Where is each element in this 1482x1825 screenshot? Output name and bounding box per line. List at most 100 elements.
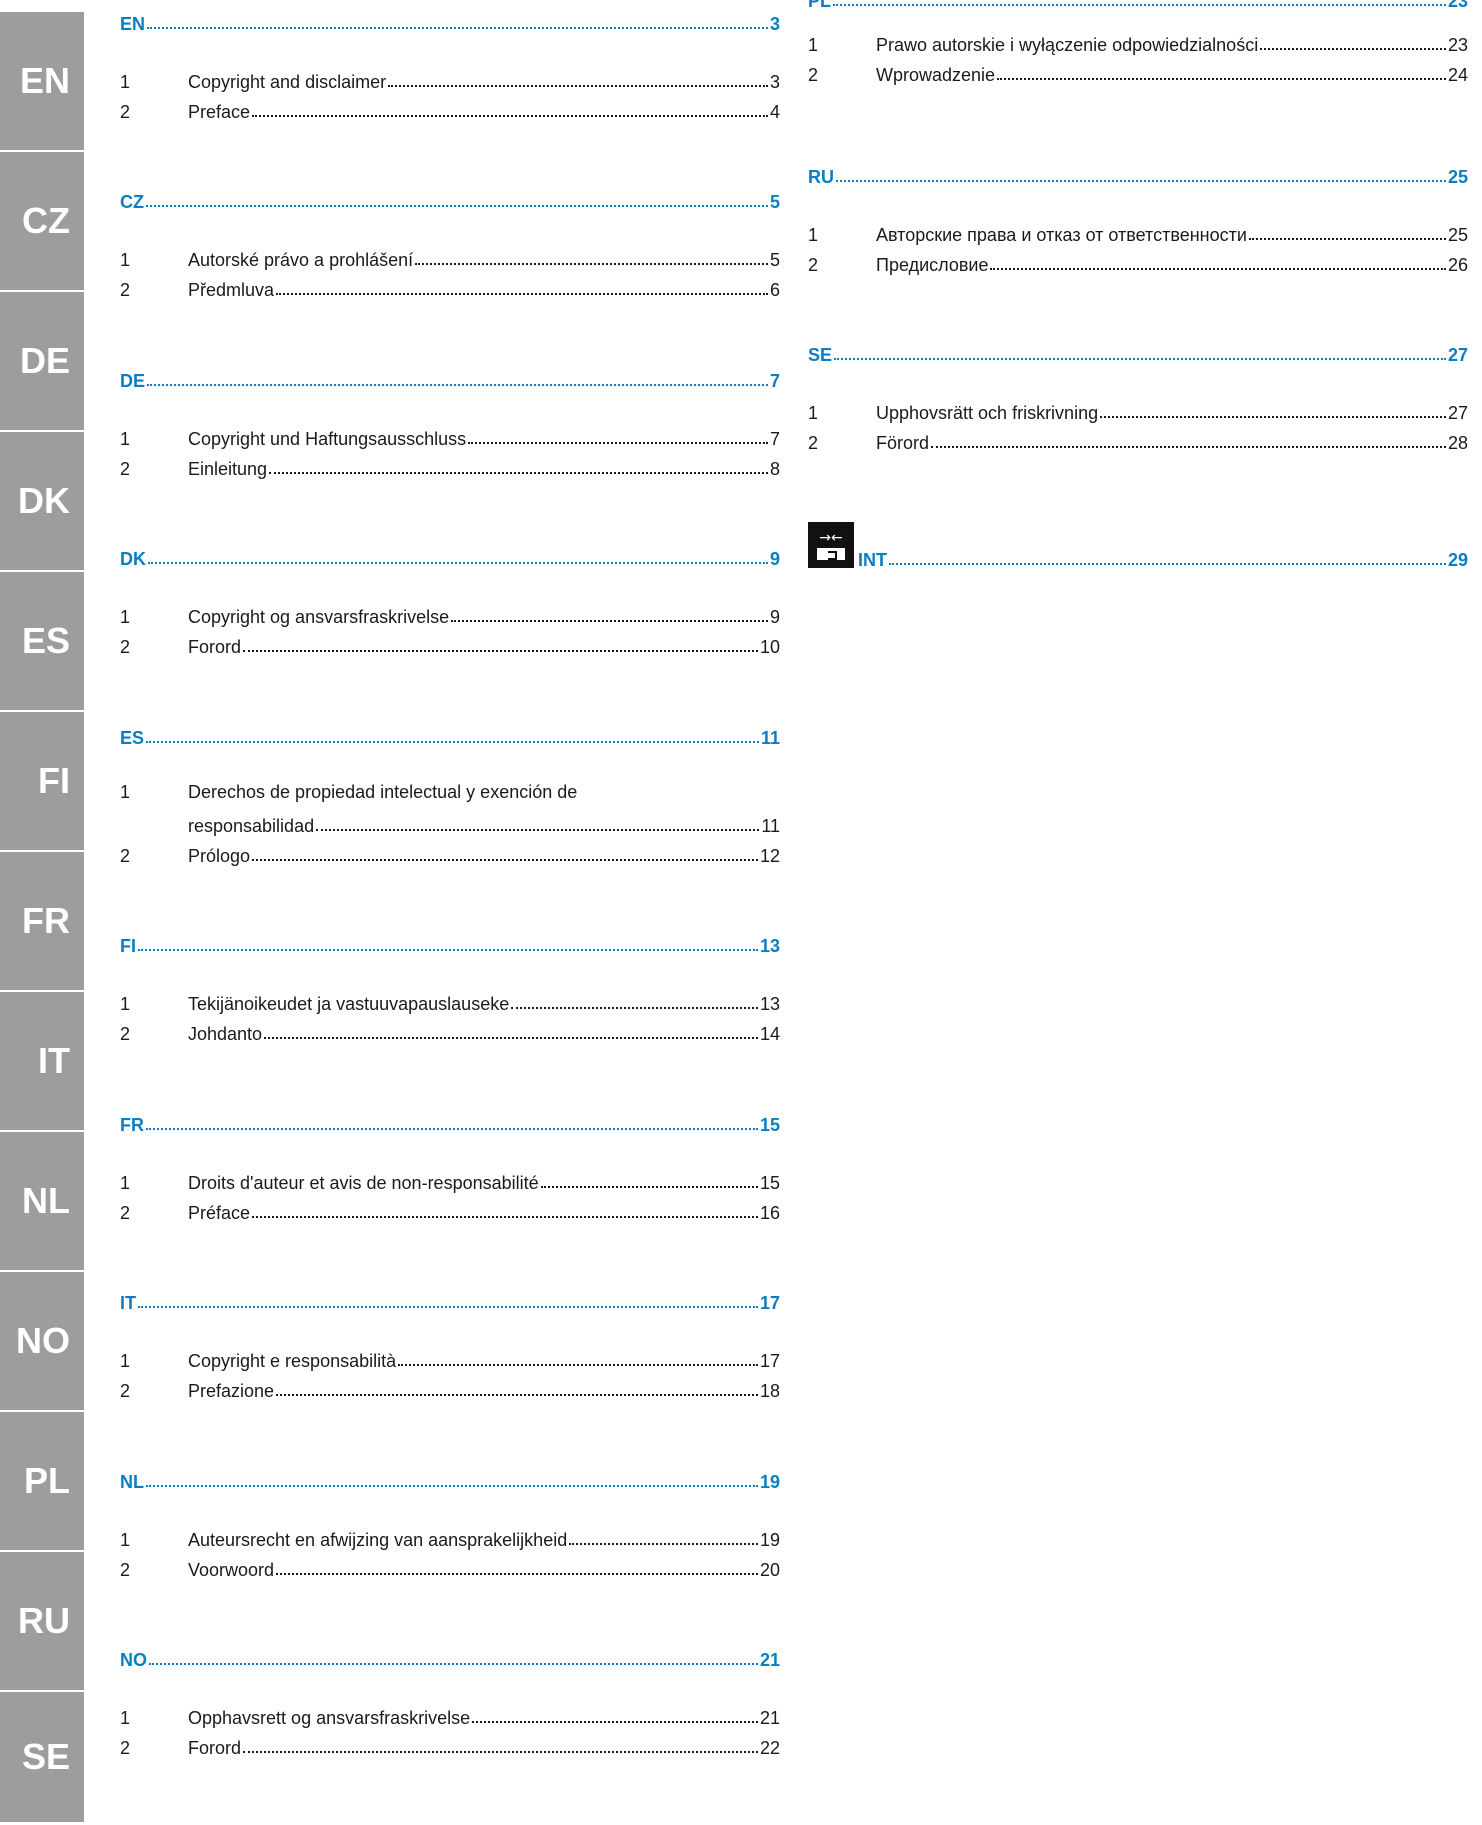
- toc-entry[interactable]: 2 Voorwoord 20: [120, 1556, 780, 1580]
- toc-entry[interactable]: 1 Upphovsrätt och friskrivning 27: [808, 399, 1468, 423]
- tab-label: RU: [18, 1600, 70, 1641]
- dot-leader: [146, 741, 759, 743]
- toc-section-heading[interactable]: IT 17: [120, 1289, 780, 1313]
- page-number: 27: [1447, 345, 1468, 365]
- toc-entry[interactable]: 2 Forord 10: [120, 633, 780, 657]
- tab-it[interactable]: IT: [0, 992, 84, 1130]
- toc-entry[interactable]: 2 Preface 4: [120, 98, 780, 122]
- page-number: 3: [769, 72, 780, 92]
- dot-leader: [148, 562, 768, 564]
- toc-section-heading[interactable]: FR 15: [120, 1111, 780, 1135]
- toc-entry[interactable]: 1 Droits d'auteur et avis de non-responsa…: [120, 1169, 780, 1193]
- toc-entry[interactable]: 2 Предисловие 26: [808, 251, 1468, 275]
- dot-leader: [889, 563, 1446, 565]
- page-number: 7: [769, 371, 780, 391]
- page-number: 23: [1447, 35, 1468, 55]
- page-number: 25: [1447, 167, 1468, 187]
- toc-entry[interactable]: 2 Prefazione 18: [120, 1377, 780, 1401]
- dot-leader: [147, 27, 768, 29]
- entry-number: 2: [120, 1024, 131, 1044]
- entry-title: Copyright e responsabilità: [188, 1351, 397, 1371]
- toc-entry[interactable]: 1 Prawo autorskie i wyłączenie odpowiedzi…: [808, 31, 1468, 55]
- page-number: 6: [769, 280, 780, 300]
- tab-fi[interactable]: FI: [0, 712, 84, 850]
- entry-title: Forord: [188, 637, 242, 657]
- toc-entry[interactable]: 1 Opphavsrett og ansvarsfraskrivelse 21: [120, 1704, 780, 1728]
- toc-section-heading[interactable]: DE 7: [120, 367, 780, 391]
- page-number: 25: [1447, 225, 1468, 245]
- toc-entry[interactable]: 2 Forord 22: [120, 1734, 780, 1758]
- tab-pl[interactable]: PL: [0, 1412, 84, 1550]
- toc-entry[interactable]: 2 Wprowadzenie 24: [808, 61, 1468, 85]
- tab-se[interactable]: SE: [0, 1692, 84, 1822]
- dot-leader: [931, 446, 1446, 448]
- tab-fr[interactable]: FR: [0, 852, 84, 990]
- toc-entry[interactable]: 1 Copyright e responsabilità 17: [120, 1347, 780, 1371]
- toc-entry[interactable]: 2 Předmluva 6: [120, 276, 780, 300]
- page-number: 27: [1447, 403, 1468, 423]
- tab-nl[interactable]: NL: [0, 1132, 84, 1270]
- page-number: 9: [769, 607, 780, 627]
- toc-entry[interactable]: 1 Tekijänoikeudet ja vastuuvapauslauseke 1…: [120, 990, 780, 1014]
- dot-leader: [997, 78, 1446, 80]
- entry-title: Préface: [188, 1203, 251, 1223]
- toc-entry[interactable]: 1 Copyright and disclaimer 3: [120, 68, 780, 92]
- page-number: 3: [769, 14, 780, 34]
- tab-ru[interactable]: RU: [0, 1552, 84, 1690]
- entry-number: 2: [808, 433, 819, 453]
- toc-section-heading[interactable]: RU 25: [808, 163, 1468, 187]
- tab-de[interactable]: DE: [0, 292, 84, 430]
- toc-entry[interactable]: 1 Copyright und Haftungsausschluss 7: [120, 425, 780, 449]
- toc-section-heading[interactable]: EN 3: [120, 10, 780, 34]
- tab-cz[interactable]: CZ: [0, 152, 84, 290]
- tab-dk[interactable]: DK: [0, 432, 84, 570]
- page-number: 4: [769, 102, 780, 122]
- page-number: 16: [759, 1203, 780, 1223]
- toc-entry[interactable]: 1 Derechos de propiedad intelectual y ex…: [120, 782, 780, 836]
- toc-section-heading[interactable]: FI 13: [120, 932, 780, 956]
- page-number: 19: [759, 1530, 780, 1550]
- tab-label: PL: [23, 1460, 70, 1501]
- dot-leader: [472, 1721, 758, 1723]
- entry-number: 1: [120, 994, 131, 1014]
- dot-leader: [388, 85, 768, 87]
- toc-entry[interactable]: 1 Авторские права и отказ от ответственно…: [808, 221, 1468, 245]
- toc-entry[interactable]: 2 Prólogo 12: [120, 842, 780, 866]
- toc-entry[interactable]: 2 Einleitung 8: [120, 455, 780, 479]
- toc-entry[interactable]: 2 Förord 28: [808, 429, 1468, 453]
- dot-leader: [398, 1364, 758, 1366]
- section-code: DE: [120, 371, 146, 391]
- entry-number: 2: [120, 459, 131, 479]
- page-number: 5: [769, 250, 780, 270]
- tab-no[interactable]: NO: [0, 1272, 84, 1410]
- entry-title: Droits d'auteur et avis de non-responsab…: [188, 1173, 539, 1193]
- toc-section-heading[interactable]: NO 21: [120, 1646, 780, 1670]
- toc-section-heading[interactable]: NL 19: [120, 1468, 780, 1492]
- tab-en[interactable]: EN: [0, 12, 84, 150]
- entry-number: 2: [120, 846, 131, 866]
- toc-section-heading[interactable]: CZ 5: [120, 188, 780, 212]
- tab-label: ES: [21, 620, 70, 661]
- toc-section-heading[interactable]: DK 9: [120, 545, 780, 569]
- entry-title: Autorské právo a prohlášení: [188, 250, 414, 270]
- entry-title: Prólogo: [188, 846, 251, 866]
- entry-title: Einleitung: [188, 459, 268, 479]
- toc-section-heading[interactable]: SE 27: [808, 341, 1468, 365]
- section-code: EN: [120, 14, 146, 34]
- section-code: FI: [120, 936, 136, 956]
- toc-entry[interactable]: 1 Autorské právo a prohlášení 5: [120, 246, 780, 270]
- entry-title: Авторские права и отказ от ответственнос…: [876, 225, 1247, 245]
- page-number: 13: [759, 994, 780, 1014]
- page-number: 5: [769, 192, 780, 212]
- toc-entry[interactable]: 1 Auteursrecht en afwijzing van aansprake…: [120, 1526, 780, 1550]
- toc-entry[interactable]: 1 Copyright og ansvarsfraskrivelse 9: [120, 603, 780, 627]
- toc-section-heading[interactable]: ES 11: [120, 724, 780, 748]
- toc-section-heading[interactable]: INT 29: [808, 546, 1468, 570]
- tab-label: CZ: [22, 200, 70, 241]
- toc-section-heading[interactable]: PL 23: [808, 0, 1468, 11]
- section-code: DK: [120, 549, 146, 569]
- dot-leader: [147, 384, 768, 386]
- tab-es[interactable]: ES: [0, 572, 84, 710]
- toc-entry[interactable]: 2 Préface 16: [120, 1199, 780, 1223]
- toc-entry[interactable]: 2 Johdanto 14: [120, 1020, 780, 1044]
